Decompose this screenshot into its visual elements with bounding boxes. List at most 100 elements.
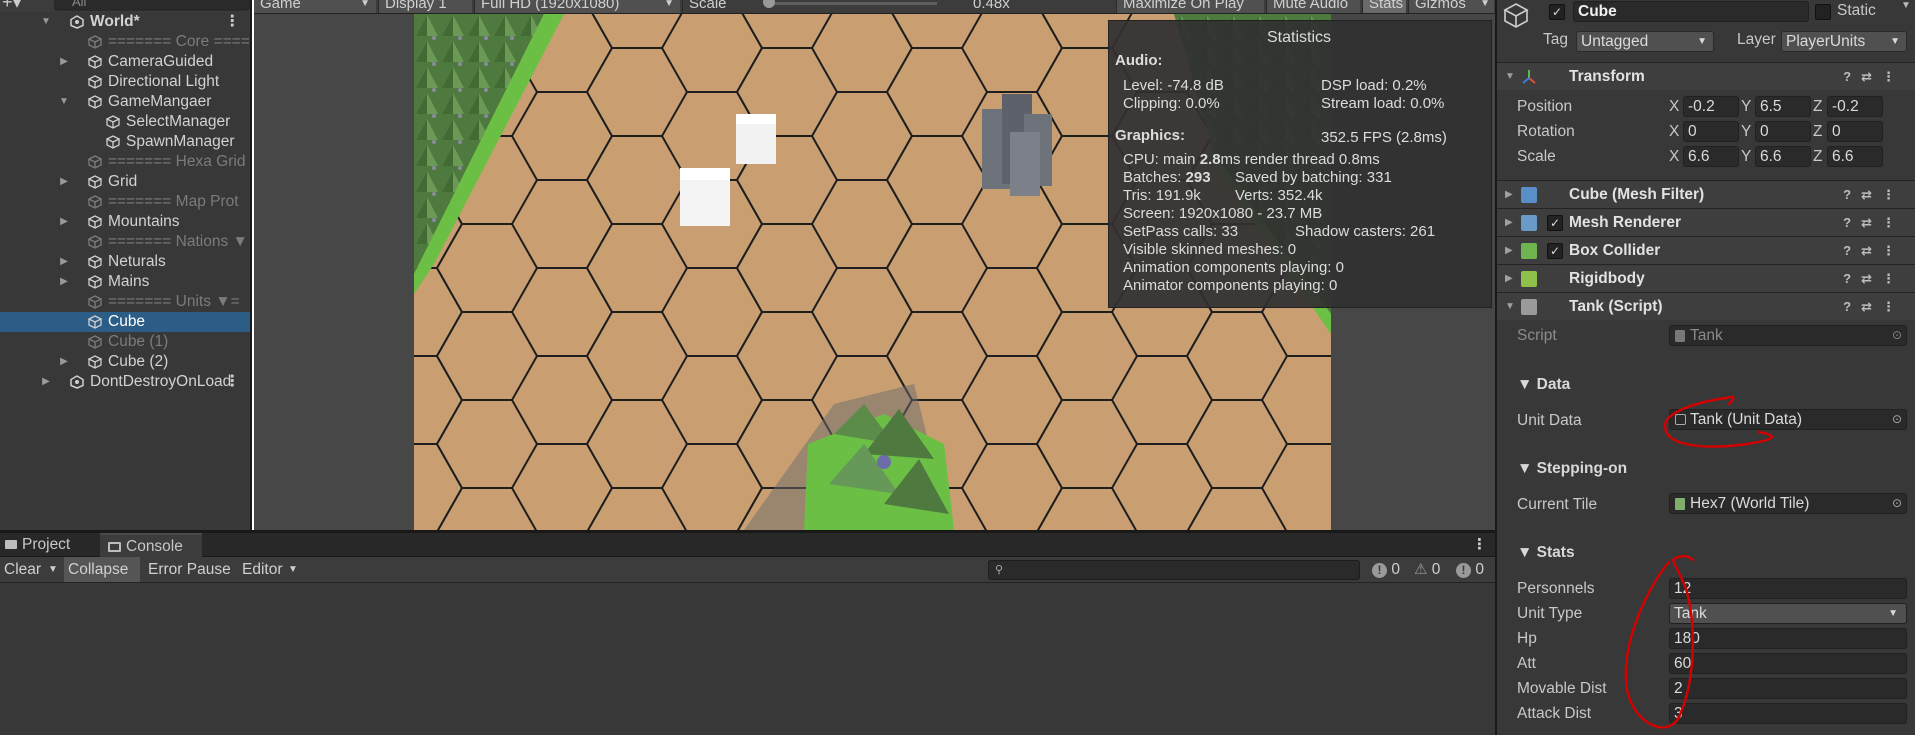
axis-z-label[interactable]: Z [1813,123,1822,141]
panel-menu-icon[interactable]: ⋮ [1472,533,1487,557]
foldout-arrow-icon[interactable]: ▶ [1505,181,1513,208]
transform-header[interactable]: ▼ Transform ?⇄⋮ [1497,62,1915,90]
add-icon[interactable]: +▾ [2,0,22,12]
collapse-toggle[interactable]: Collapse [64,557,140,582]
console-search-input[interactable]: ⚲ [988,560,1360,580]
foldout-arrow-icon[interactable]: ▶ [1505,209,1513,236]
warning-count-toggle[interactable]: ⚠ 0 [1410,557,1450,582]
hierarchy-row[interactable]: ▶ DontDestroyOnLoad ⋮ [0,372,250,392]
stepping-section-header[interactable]: ▼ Stepping-on [1517,460,1627,478]
active-checkbox[interactable]: ✓ [1549,4,1565,20]
gizmos-dropdown[interactable]: Gizmos ▼ [1408,0,1494,13]
transform-position-z-field[interactable]: -0.2 [1827,96,1883,117]
hierarchy-row[interactable]: ▼ GameMangaer [0,92,250,112]
stats-section-header[interactable]: ▼ Stats [1517,544,1575,562]
component-tools-icon[interactable]: ?⇄⋮ [1843,63,1905,90]
collapse-arrow-icon[interactable]: ▶ [58,172,70,192]
expand-arrow-icon[interactable]: ▼ [58,92,70,112]
object-picker-icon[interactable]: ⊙ [1892,326,1902,345]
hierarchy-row[interactable]: ▶ Mountains [0,212,250,232]
hierarchy-search-input[interactable]: All [54,0,250,11]
error-pause-toggle[interactable]: Error Pause [144,557,236,582]
axis-x-label[interactable]: X [1669,148,1679,166]
axis-z-label[interactable]: Z [1813,148,1822,166]
foldout-arrow-icon[interactable]: ▼ [1505,63,1515,90]
component-header[interactable]: ▶ ✓ Mesh Renderer ?⇄⋮ [1497,208,1915,236]
unit-data-field[interactable]: Tank (Unit Data) ⊙ [1669,409,1907,430]
component-tools-icon[interactable]: ?⇄⋮ [1843,265,1905,292]
transform-scale-z-field[interactable]: 6.6 [1827,146,1883,167]
transform-scale-y-field[interactable]: 6.6 [1755,146,1811,167]
axis-y-label[interactable]: Y [1741,98,1751,116]
resolution-dropdown[interactable]: Full HD (1920x1080) ▼ [474,0,680,13]
hierarchy-row[interactable]: ▶ CameraGuided [0,52,250,72]
error-count-toggle[interactable]: ! 0 [1452,557,1492,582]
info-count-toggle[interactable]: ! 0 [1368,557,1408,582]
scene-menu-icon[interactable]: ⋮ [225,12,241,32]
hierarchy-row[interactable]: ======= Map Prot [0,192,250,212]
axis-z-label[interactable]: Z [1813,98,1822,116]
collapse-arrow-icon[interactable]: ▶ [58,252,70,272]
hierarchy-row[interactable]: ▶ Cube (2) [0,352,250,372]
unit-type-dropdown[interactable]: Tank ▼ [1669,603,1907,624]
hierarchy-row[interactable]: ======= Hexa Grid [0,152,250,172]
hierarchy-row[interactable]: ======= Core ====== [0,32,250,52]
data-section-header[interactable]: ▼ Data [1517,376,1570,394]
component-enabled-checkbox[interactable]: ✓ [1547,215,1563,231]
hierarchy-row[interactable]: ======= Nations ▼ [0,232,250,252]
component-header[interactable]: ▶ Rigidbody ?⇄⋮ [1497,264,1915,292]
axis-y-label[interactable]: Y [1741,148,1751,166]
axis-x-label[interactable]: X [1669,98,1679,116]
collapse-arrow-icon[interactable]: ▶ [58,212,70,232]
object-picker-icon[interactable]: ⊙ [1892,494,1902,513]
expand-arrow-icon[interactable]: ▼ [40,12,52,32]
maximize-on-play-toggle[interactable]: Maximize On Play [1116,0,1264,13]
hierarchy-row[interactable]: SpawnManager [0,132,250,152]
hierarchy-row[interactable]: ▼ World* ⋮ [0,12,250,32]
clear-button[interactable]: Clear ▼ [0,557,62,582]
stat-field[interactable]: 180 [1669,628,1907,649]
stat-field[interactable]: 3 [1669,703,1907,724]
tab-project[interactable]: Project [0,533,100,557]
hierarchy-row[interactable]: ======= Units ▼= [0,292,250,312]
static-dropdown-icon[interactable]: ▼ [1901,0,1911,11]
scale-handle[interactable] [763,0,775,8]
component-header[interactable]: ▼ Tank (Script) ?⇄⋮ [1497,292,1915,320]
transform-rotation-y-field[interactable]: 0 [1755,121,1811,142]
layer-dropdown[interactable]: PlayerUnits ▼ [1781,31,1907,52]
current-tile-field[interactable]: Hex7 (World Tile) ⊙ [1669,493,1907,514]
game-mode-dropdown[interactable]: Game ▼ [254,0,376,13]
foldout-arrow-icon[interactable]: ▶ [1505,237,1513,264]
axis-y-label[interactable]: Y [1741,123,1751,141]
collapse-arrow-icon[interactable]: ▶ [58,52,70,72]
chevron-down-icon[interactable]: ▼ [48,557,58,582]
scale-slider[interactable]: Scale 0.48x [682,0,1022,13]
display-dropdown[interactable]: Display 1 [378,0,472,13]
object-name-field[interactable]: Cube [1573,1,1809,22]
transform-rotation-z-field[interactable]: 0 [1827,121,1883,142]
component-tools-icon[interactable]: ?⇄⋮ [1843,237,1905,264]
component-tools-icon[interactable]: ?⇄⋮ [1843,209,1905,236]
tab-console[interactable]: Console [100,533,202,557]
stats-toggle[interactable]: Stats [1362,0,1406,13]
foldout-arrow-icon[interactable]: ▶ [1505,265,1513,292]
object-picker-icon[interactable]: ⊙ [1892,410,1902,429]
hierarchy-row[interactable]: Cube (1) [0,332,250,352]
hierarchy-row[interactable]: Cube [0,312,250,332]
stat-field[interactable]: 2 [1669,678,1907,699]
hierarchy-row[interactable]: ▶ Grid [0,172,250,192]
component-tools-icon[interactable]: ?⇄⋮ [1843,181,1905,208]
hierarchy-row[interactable]: ▶ Neturals [0,252,250,272]
transform-scale-x-field[interactable]: 6.6 [1683,146,1739,167]
transform-position-y-field[interactable]: 6.5 [1755,96,1811,117]
tag-dropdown[interactable]: Untagged ▼ [1576,31,1714,52]
mute-audio-toggle[interactable]: Mute Audio [1266,0,1360,13]
component-enabled-checkbox[interactable]: ✓ [1547,243,1563,259]
collapse-arrow-icon[interactable]: ▶ [40,372,52,392]
collapse-arrow-icon[interactable]: ▶ [58,352,70,372]
editor-dropdown[interactable]: Editor ▼ [238,557,302,582]
hierarchy-row[interactable]: SelectManager [0,112,250,132]
transform-position-x-field[interactable]: -0.2 [1683,96,1739,117]
scene-menu-icon[interactable]: ⋮ [225,372,241,392]
foldout-arrow-icon[interactable]: ▼ [1505,293,1515,320]
